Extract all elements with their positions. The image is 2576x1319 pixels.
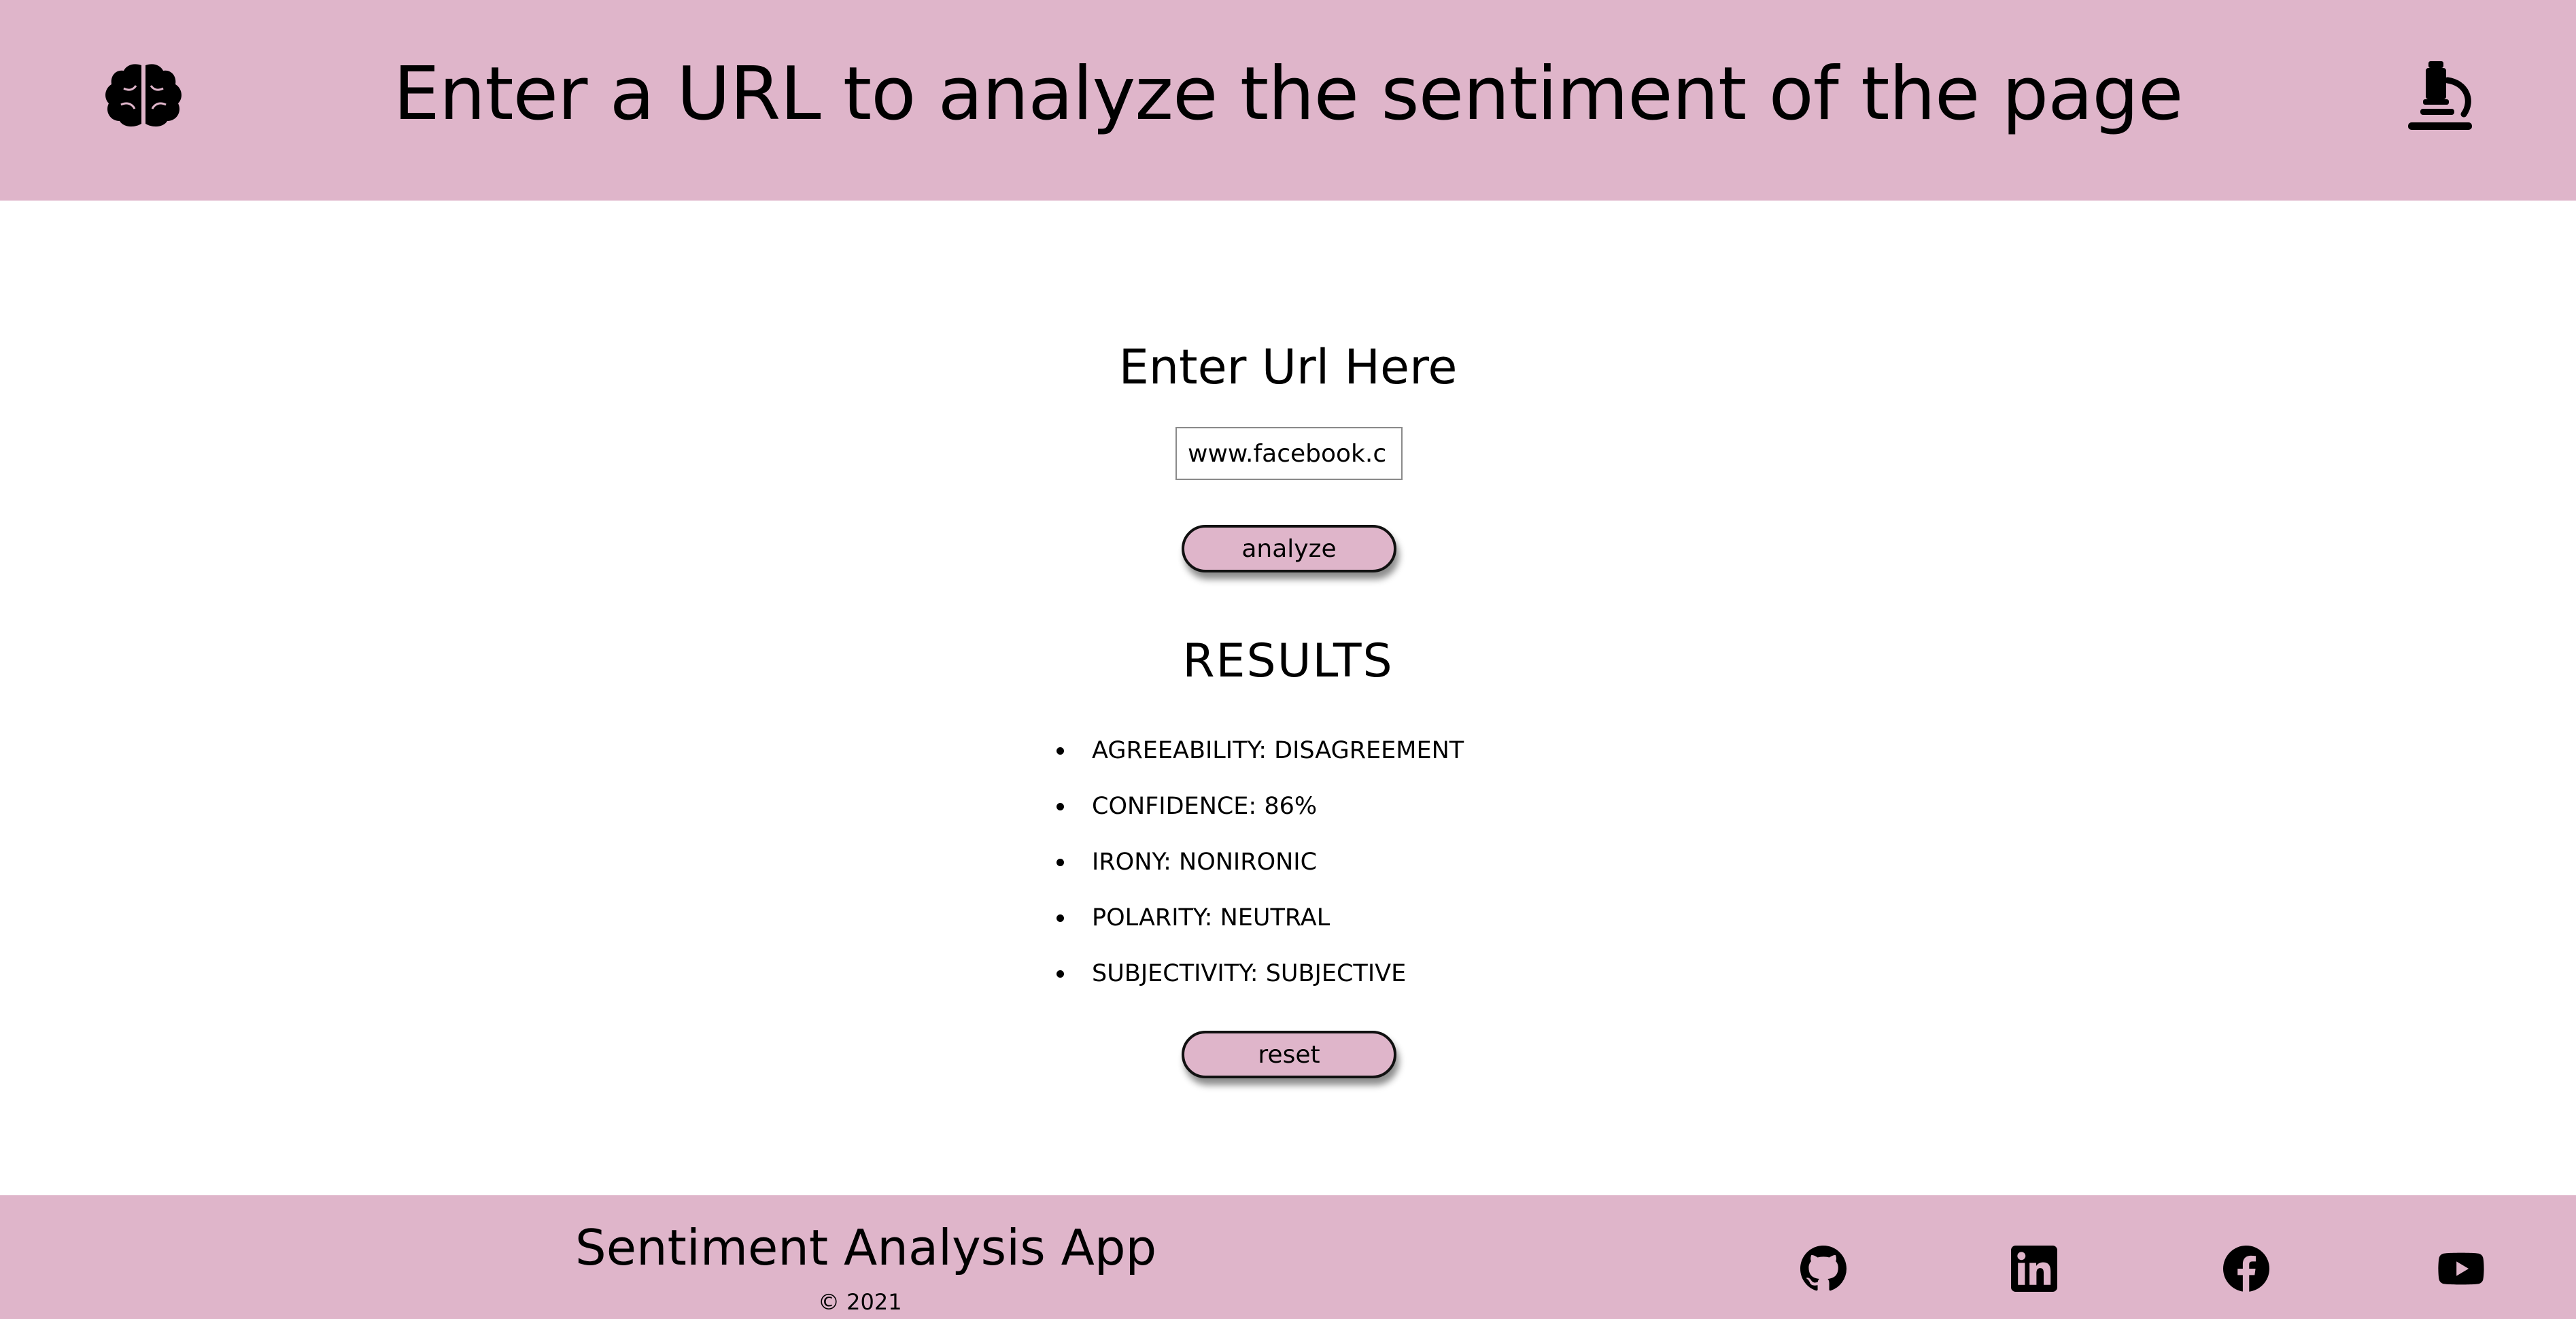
result-item-irony: IRONY: NONIRONIC — [1052, 834, 1464, 890]
youtube-icon — [2438, 1246, 2484, 1292]
youtube-link[interactable] — [2438, 1246, 2484, 1292]
github-link[interactable] — [1800, 1246, 1847, 1292]
bullet-marker — [1057, 803, 1064, 810]
bullet-marker — [1057, 914, 1064, 922]
facebook-icon — [2223, 1246, 2269, 1292]
footer-bar: Sentiment Analysis App © 2021 — [0, 1195, 2576, 1319]
linkedin-icon — [2011, 1246, 2057, 1292]
github-icon — [1800, 1246, 1847, 1292]
results-list: AGREEABILITY: DISAGREEMENT CONFIDENCE: 8… — [1052, 723, 1464, 1001]
result-text: CONFIDENCE: 86% — [1092, 793, 1318, 820]
url-input[interactable] — [1175, 427, 1403, 480]
page: Enter a URL to analyze the sentiment of … — [0, 0, 2576, 1319]
bullet-marker — [1057, 747, 1064, 755]
analyze-button[interactable]: analyze — [1182, 525, 1396, 572]
result-item-confidence: CONFIDENCE: 86% — [1052, 778, 1464, 834]
footer-app-title: Sentiment Analysis App — [575, 1219, 1157, 1276]
result-item-agreeability: AGREEABILITY: DISAGREEMENT — [1052, 723, 1464, 778]
result-item-polarity: POLARITY: NEUTRAL — [1052, 890, 1464, 946]
footer-copyright: © 2021 — [818, 1289, 902, 1315]
microscope-icon — [2405, 60, 2475, 132]
linkedin-link[interactable] — [2011, 1246, 2057, 1292]
facebook-link[interactable] — [2223, 1246, 2269, 1292]
results-heading: RESULTS — [1182, 634, 1394, 688]
url-form-heading: Enter Url Here — [1118, 339, 1458, 395]
result-text: AGREEABILITY: DISAGREEMENT — [1092, 737, 1464, 764]
result-item-subjectivity: SUBJECTIVITY: SUBJECTIVE — [1052, 946, 1464, 1001]
bullet-marker — [1057, 859, 1064, 866]
bullet-marker — [1057, 970, 1064, 978]
main-content: Enter Url Here analyze RESULTS AGREEABIL… — [0, 201, 2576, 1195]
result-text: SUBJECTIVITY: SUBJECTIVE — [1092, 960, 1407, 987]
result-text: POLARITY: NEUTRAL — [1092, 904, 1330, 931]
page-title: Enter a URL to analyze the sentiment of … — [393, 52, 2184, 137]
header-bar: Enter a URL to analyze the sentiment of … — [0, 0, 2576, 201]
result-text: IRONY: NONIRONIC — [1092, 849, 1318, 876]
reset-button[interactable]: reset — [1182, 1031, 1396, 1078]
